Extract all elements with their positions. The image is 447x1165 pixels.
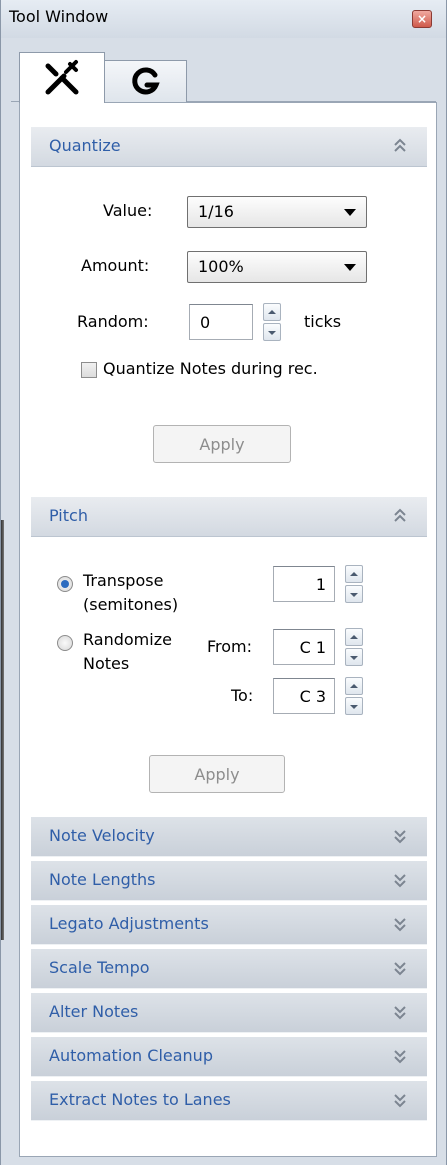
section-header-note-lengths[interactable]: Note Lengths [31,861,427,901]
randomize-radio[interactable] [57,635,73,651]
from-spinner [345,628,363,666]
chevron-down-icon [394,962,406,976]
spin-up-button[interactable] [345,677,363,695]
random-label: Random: [77,312,149,331]
amount-selected: 100% [198,257,244,276]
section-title: Quantize [49,136,121,155]
chevron-down-icon [394,830,406,844]
randomize-sublabel: Notes [83,654,130,673]
tab-strip [11,46,436,103]
quantize-apply-button[interactable]: Apply [153,425,291,463]
title-bar[interactable]: Tool Window × [1,0,446,38]
section-header-legato-adjustments[interactable]: Legato Adjustments [31,905,427,945]
transpose-sublabel: (semitones) [83,595,179,614]
section-title: Extract Notes to Lanes [49,1090,231,1109]
chevron-down-icon [394,1094,406,1108]
amount-label: Amount: [81,256,150,275]
to-label: To: [231,686,254,705]
close-button[interactable]: × [412,10,432,28]
spin-down-button[interactable] [345,648,363,666]
spin-up-button[interactable] [345,628,363,646]
spin-down-button[interactable] [345,697,363,715]
apply-label: Apply [194,764,240,784]
value-label: Value: [103,201,153,220]
quantize-panel: Value: 1/16 Amount: 100% Random: 0 ticks… [31,167,427,487]
spin-up-button[interactable] [345,565,363,583]
quantize-during-rec-label: Quantize Notes during rec. [103,359,318,378]
random-value: 0 [200,313,211,332]
quantize-during-rec-checkbox[interactable] [81,362,97,378]
chevron-up-icon [394,138,406,152]
amount-select[interactable]: 100% [187,251,367,283]
from-input[interactable]: C 1 [273,629,335,665]
transpose-radio[interactable] [57,576,73,592]
randomize-label: Randomize [83,630,172,649]
from-value: C 1 [299,638,326,657]
chevron-down-icon [394,918,406,932]
transpose-label: Transpose [83,571,164,590]
random-input[interactable]: 0 [189,304,253,340]
section-header-note-velocity[interactable]: Note Velocity [31,817,427,857]
transpose-spinner [345,565,363,603]
to-input[interactable]: C 3 [273,678,335,714]
chevron-down-icon [344,209,356,216]
window-title: Tool Window [9,7,109,26]
section-header-alter-notes[interactable]: Alter Notes [31,993,427,1033]
chevron-down-icon [344,264,356,271]
section-title: Pitch [49,506,88,525]
transpose-value: 1 [315,575,326,594]
tools-icon [45,60,79,95]
section-title: Note Lengths [49,870,156,889]
section-title: Scale Tempo [49,958,150,977]
section-header-quantize[interactable]: Quantize [31,127,427,167]
tab-tools[interactable] [19,52,105,103]
chevron-down-icon [394,1050,406,1064]
chevron-down-icon [394,1006,406,1020]
section-header-automation-cleanup[interactable]: Automation Cleanup [31,1037,427,1077]
section-title: Legato Adjustments [49,914,209,933]
window-edge-shadow [1,520,4,940]
section-title: Note Velocity [49,826,155,845]
transpose-input[interactable]: 1 [273,566,335,602]
apply-label: Apply [199,434,245,454]
pitch-panel: Transpose (semitones) 1 Randomize Notes … [31,537,427,807]
section-title: Alter Notes [49,1002,139,1021]
to-value: C 3 [299,687,326,706]
to-spinner [345,677,363,715]
random-spinner [263,303,281,341]
tool-panel: Quantize Value: 1/16 Amount: 100% Random… [19,102,437,1157]
section-header-scale-tempo[interactable]: Scale Tempo [31,949,427,989]
spin-down-button[interactable] [263,323,281,341]
g-script-icon [132,66,160,94]
chevron-down-icon [394,874,406,888]
spin-down-button[interactable] [345,585,363,603]
from-label: From: [207,637,253,656]
close-icon: × [416,12,428,26]
random-unit: ticks [304,312,342,331]
section-header-pitch[interactable]: Pitch [31,497,427,537]
pitch-apply-button[interactable]: Apply [149,755,285,793]
tool-window: Tool Window × Quantize Value: 1/16 Amoun… [0,0,447,1165]
chevron-up-icon [394,508,406,522]
section-title: Automation Cleanup [49,1046,213,1065]
value-selected: 1/16 [198,202,234,221]
tab-script[interactable] [103,60,187,102]
section-header-extract-notes-to-lanes[interactable]: Extract Notes to Lanes [31,1081,427,1121]
spin-up-button[interactable] [263,303,281,321]
value-select[interactable]: 1/16 [187,196,367,228]
